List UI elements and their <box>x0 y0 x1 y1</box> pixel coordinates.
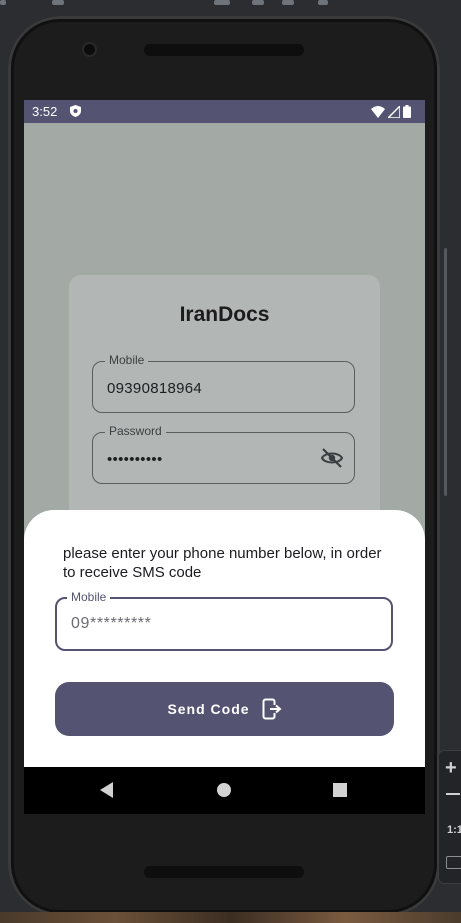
visibility-off-icon[interactable] <box>320 447 344 469</box>
zoom-in-button[interactable]: + <box>445 757 457 780</box>
password-field-label: Password <box>105 424 166 438</box>
shield-icon <box>70 105 81 117</box>
login-arrow-icon <box>262 698 282 720</box>
battery-icon <box>403 105 411 118</box>
mobile-field-label: Mobile <box>105 353 149 367</box>
bottom-speaker <box>144 866 304 878</box>
sheet-mobile-label: Mobile <box>67 590 111 604</box>
sms-bottom-sheet: please enter your phone number below, in… <box>24 510 425 767</box>
status-time: 3:52 <box>32 104 58 119</box>
ide-top-strip <box>0 0 461 8</box>
screenshot-icon[interactable] <box>446 856 461 869</box>
desktop-wallpaper-strip <box>0 912 461 923</box>
wifi-icon <box>371 105 385 118</box>
front-camera <box>84 44 95 55</box>
status-icons <box>371 105 411 118</box>
emulator-scrollbar[interactable] <box>444 248 447 496</box>
password-field-value: •••••••••• <box>107 451 163 468</box>
sheet-mobile-input[interactable]: Mobile 09********* <box>55 590 393 651</box>
sheet-message: please enter your phone number below, in… <box>63 545 382 581</box>
password-field[interactable]: Password •••••••••• <box>92 424 355 484</box>
back-icon[interactable] <box>100 782 113 798</box>
zoom-out-button[interactable] <box>446 793 460 795</box>
home-icon[interactable] <box>217 783 231 797</box>
sheet-mobile-placeholder: 09********* <box>71 615 152 632</box>
emulator-zoom-toolbar: + 1:1 <box>438 750 461 884</box>
send-code-label: Send Code <box>167 701 250 717</box>
status-bar: 3:52 <box>24 100 425 123</box>
signal-icon <box>388 105 400 118</box>
mobile-field-value: 09390818964 <box>107 380 203 397</box>
app-title: IranDocs <box>179 303 270 326</box>
earpiece-speaker <box>144 44 304 56</box>
device-screen: 3:52 IranDocs Mobile 09390818964 Passwor… <box>24 100 425 814</box>
mobile-field[interactable]: Mobile 09390818964 <box>92 353 355 413</box>
actual-size-button[interactable]: 1:1 <box>447 824 461 836</box>
navigation-bar <box>24 767 425 814</box>
send-code-button[interactable]: Send Code <box>55 682 394 736</box>
recents-icon[interactable] <box>333 783 347 797</box>
